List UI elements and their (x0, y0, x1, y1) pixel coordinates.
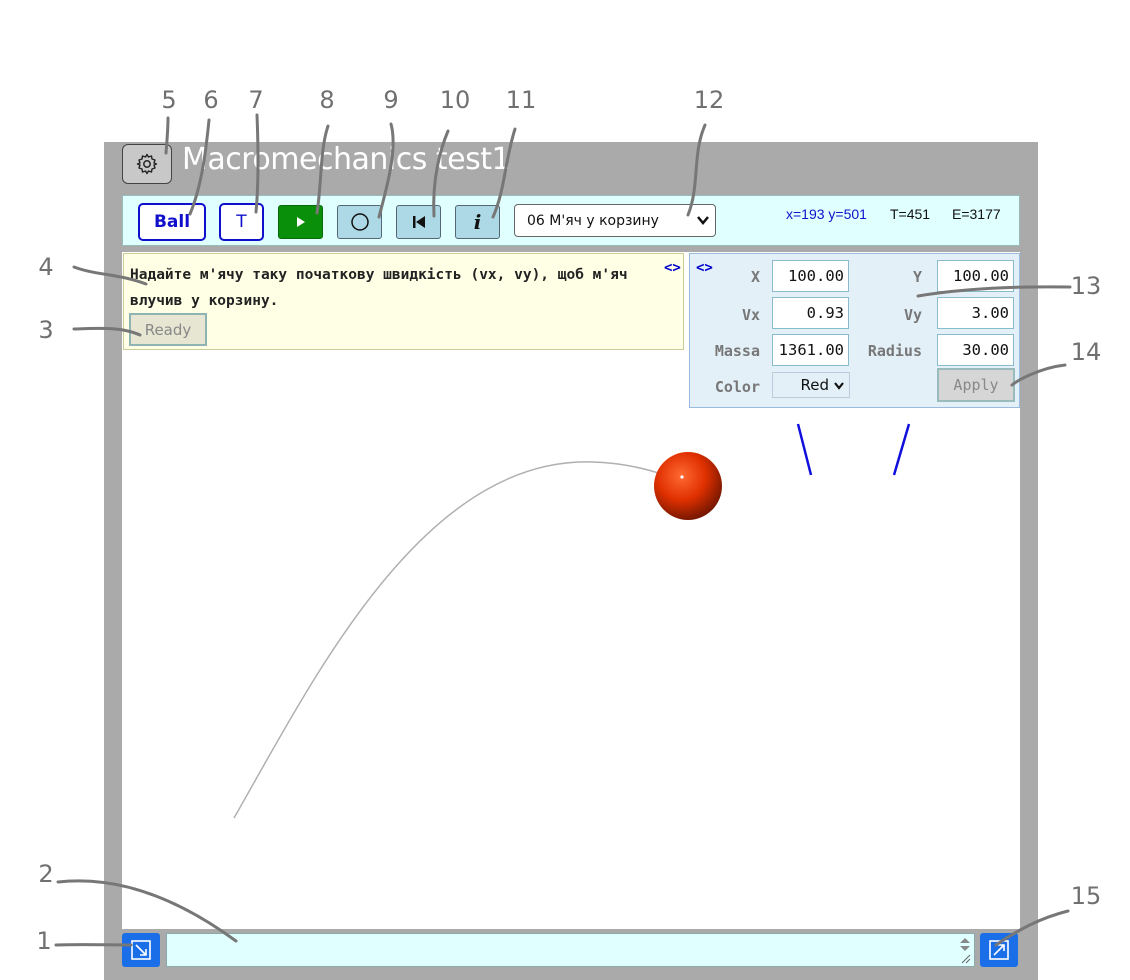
properties-toggle[interactable]: <> (696, 260, 713, 276)
color-select[interactable]: Red (772, 372, 850, 398)
vy-field[interactable]: 3.00 (937, 297, 1014, 329)
callout-14: 14 (1070, 338, 1102, 366)
ready-button[interactable]: Ready (129, 313, 207, 346)
mass-field[interactable]: 1361.00 (772, 334, 849, 366)
reset-button[interactable] (396, 205, 441, 239)
resize-in-icon (131, 940, 151, 960)
energy-readout: E=3177 (952, 206, 1001, 222)
rewind-icon (412, 216, 425, 228)
callout-2: 2 (38, 860, 54, 888)
spinner-icon[interactable] (958, 936, 972, 964)
properties-panel: <> X 100.00 Y 100.00 Vx 0.93 Vy 3.00 Mas… (689, 253, 1020, 408)
play-icon (296, 217, 305, 227)
callout-3: 3 (38, 316, 54, 344)
ball (654, 452, 722, 520)
settings-button[interactable] (122, 144, 172, 184)
circle-icon (350, 213, 369, 231)
apply-button[interactable]: Apply (937, 368, 1015, 402)
basket-right-line (892, 423, 911, 476)
y-field[interactable]: 100.00 (937, 260, 1014, 292)
callout-9: 9 (383, 86, 399, 114)
radius-field[interactable]: 30.00 (937, 334, 1014, 366)
coordinates-readout: x=193 y=501 (786, 206, 867, 222)
trajectory-line (233, 461, 689, 819)
t-button[interactable]: T (219, 203, 264, 241)
simulation-canvas[interactable]: Надайте м'ячу таку початкову швидкість (… (122, 252, 1020, 929)
message-toggle[interactable]: <> (664, 260, 681, 276)
circle-button[interactable] (337, 205, 382, 239)
app-window: Macromechanics test1 Ball T i 06 М'яч у … (104, 142, 1038, 980)
info-icon: i (473, 210, 482, 234)
callout-12: 12 (693, 86, 725, 114)
callout-15: 15 (1070, 882, 1102, 910)
chevron-down-icon (697, 216, 709, 225)
x-label: X (750, 268, 760, 286)
command-input[interactable] (166, 933, 975, 967)
resize-out-icon (989, 940, 1009, 960)
play-button[interactable] (278, 205, 323, 239)
radius-label: Radius (867, 342, 922, 360)
expand-button[interactable] (980, 933, 1018, 967)
basket-left-line (796, 423, 813, 476)
task-message: Надайте м'ячу таку початкову швидкість (… (130, 267, 628, 309)
callout-10: 10 (439, 86, 471, 114)
color-label: Color (714, 378, 760, 396)
callout-7: 7 (248, 86, 264, 114)
vx-label: Vx (741, 306, 760, 324)
callout-5: 5 (161, 86, 177, 114)
app-title: Macromechanics test1 (182, 142, 511, 177)
toolbar: Ball T i 06 М'яч у корзину x=193 y=501 T… (122, 195, 1020, 246)
vy-label: Vy (903, 306, 922, 324)
add-ball-button[interactable]: Ball (138, 203, 206, 241)
y-label: Y (912, 268, 922, 286)
info-button[interactable]: i (455, 205, 500, 239)
vx-field[interactable]: 0.93 (772, 297, 849, 329)
callout-13: 13 (1070, 272, 1102, 300)
time-readout: T=451 (890, 206, 931, 222)
collapse-button[interactable] (122, 933, 160, 967)
scenario-select-value: 06 М'яч у корзину (527, 212, 659, 229)
mass-label: Massa (714, 342, 760, 360)
callout-11: 11 (505, 86, 537, 114)
scenario-select[interactable]: 06 М'яч у корзину (514, 204, 716, 237)
x-field[interactable]: 100.00 (772, 260, 849, 292)
chevron-down-icon (834, 382, 844, 390)
message-panel: Надайте м'ячу таку початкову швидкість (… (123, 253, 684, 350)
callout-4: 4 (38, 253, 54, 281)
callout-1: 1 (36, 927, 52, 955)
callout-8: 8 (319, 86, 335, 114)
gear-icon (136, 153, 158, 175)
callout-6: 6 (203, 86, 219, 114)
color-select-value: Red (800, 376, 830, 394)
